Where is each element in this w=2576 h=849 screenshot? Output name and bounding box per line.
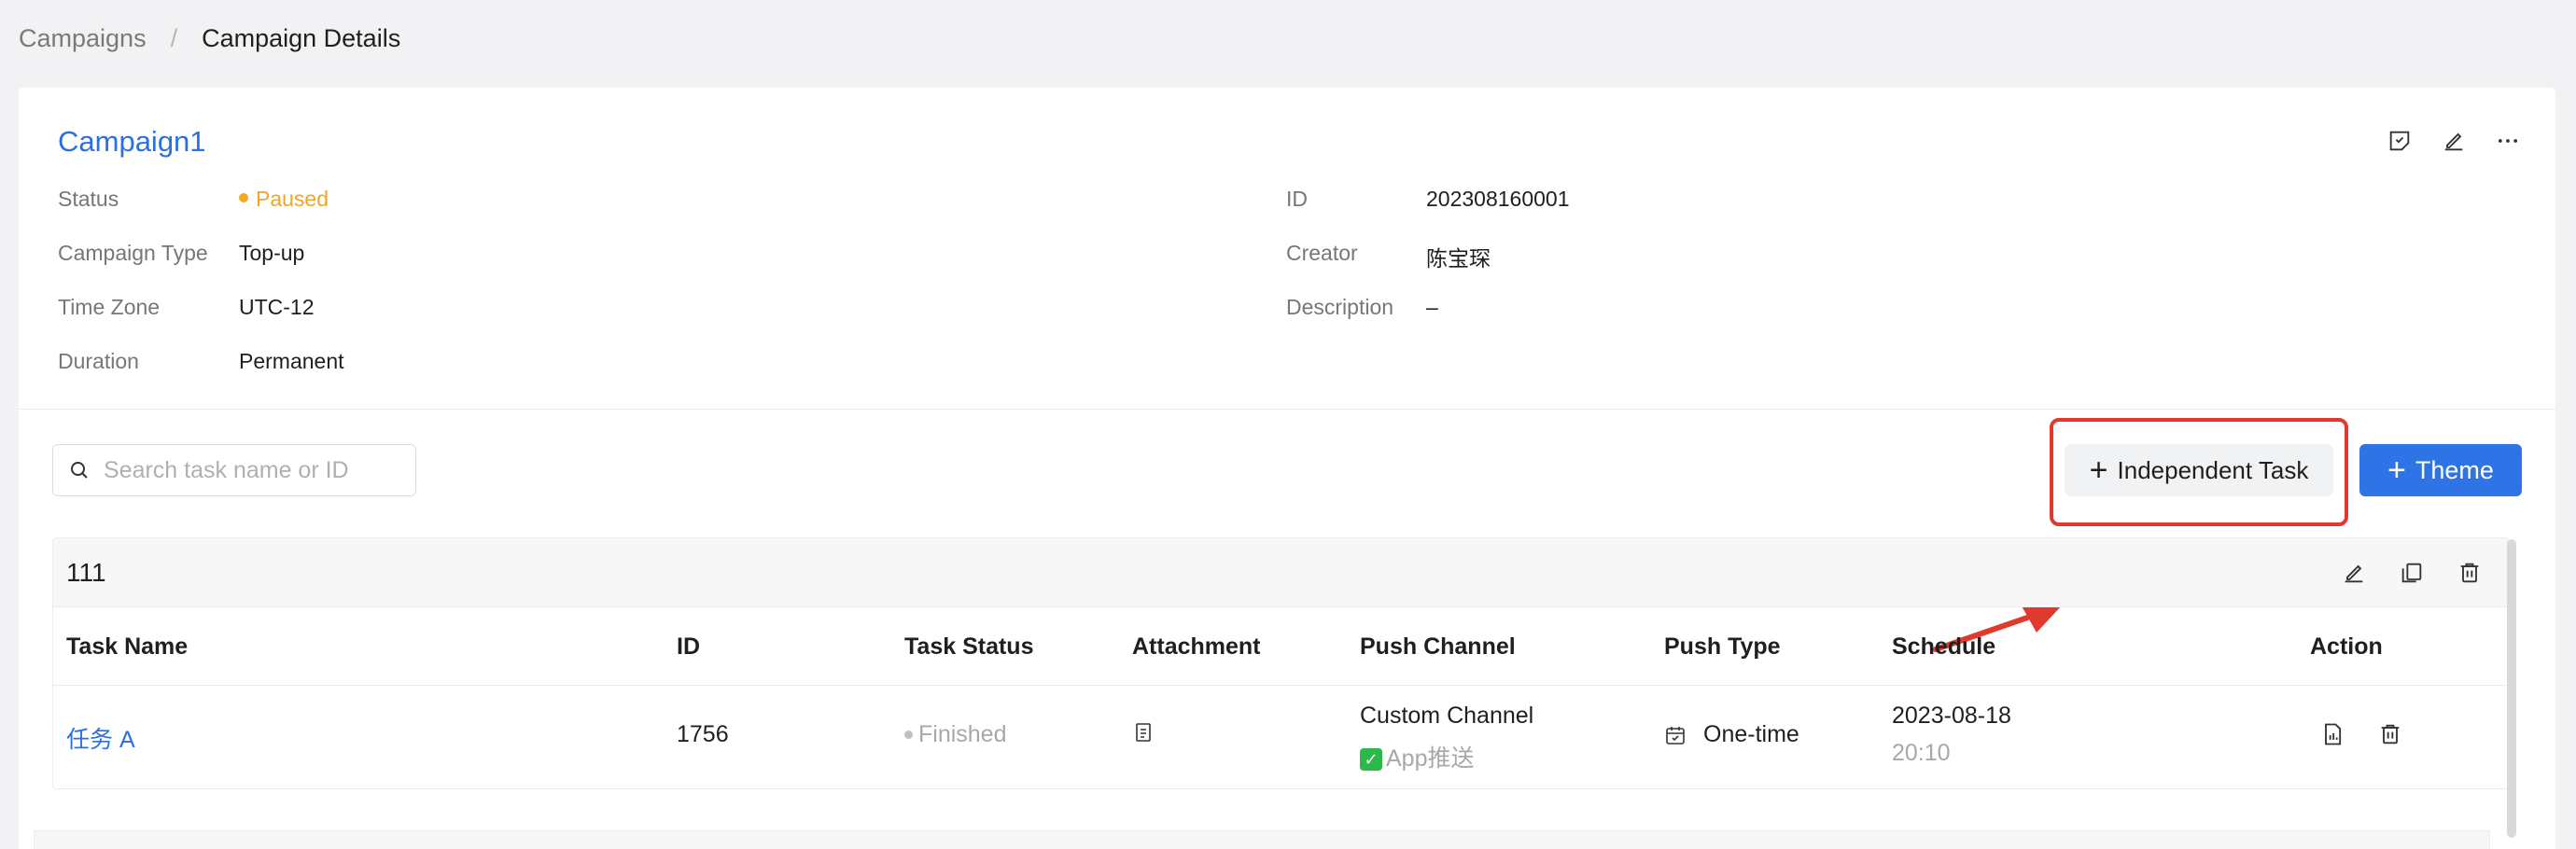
task-id: 1756 <box>677 721 729 747</box>
status-text: Paused <box>256 187 329 211</box>
theme-label: Theme <box>2415 455 2494 484</box>
id-label: ID <box>1286 187 1308 211</box>
attachment-icon[interactable] <box>1132 721 1155 750</box>
column-schedule: Schedule <box>1892 633 1996 660</box>
review-icon[interactable] <box>2386 127 2414 155</box>
table-row: 任务 A 1756 Finished Custom Channel ✓ App推送… <box>53 686 2508 788</box>
plus-icon: + <box>2089 452 2108 488</box>
column-task-name: Task Name <box>66 633 189 660</box>
description-label: Description <box>1286 295 1394 319</box>
plus-icon: + <box>2387 452 2406 488</box>
edit-icon[interactable] <box>2340 559 2368 587</box>
duration-value: Permanent <box>239 349 344 373</box>
breadcrumb-campaigns-link[interactable]: Campaigns <box>19 24 147 53</box>
scrollbar[interactable] <box>2507 539 2516 838</box>
add-independent-task-button[interactable]: + Independent Task <box>2065 444 2333 496</box>
group-header: 111 <box>53 538 2508 607</box>
copy-icon[interactable] <box>2398 559 2426 587</box>
section-divider <box>19 409 2555 410</box>
schedule-date: 2023-08-18 <box>1892 703 2011 729</box>
schedule-time: 20:10 <box>1892 740 1951 766</box>
edit-icon[interactable] <box>2440 127 2468 155</box>
next-task-group <box>34 830 2490 849</box>
more-icon[interactable] <box>2494 127 2522 155</box>
column-attachment: Attachment <box>1132 633 1261 660</box>
push-channel: Custom Channel <box>1360 703 1534 729</box>
time-zone-label: Time Zone <box>58 295 161 319</box>
column-id: ID <box>677 633 700 660</box>
breadcrumb: Campaigns / Campaign Details <box>19 24 400 53</box>
group-actions <box>2340 559 2484 587</box>
column-task-status: Task Status <box>904 633 1034 660</box>
push-channel-sub-text: App推送 <box>1386 745 1475 772</box>
id-value: 202308160001 <box>1426 187 1570 211</box>
creator-label: Creator <box>1286 241 1358 265</box>
campaign-details-card: Campaign1 Status Paused Campaign Type To… <box>19 88 2555 849</box>
creator-value: 陈宝琛 <box>1426 246 1491 271</box>
header-actions <box>2386 127 2522 155</box>
column-push-type: Push Type <box>1664 633 1781 660</box>
independent-task-label: Independent Task <box>2117 455 2309 484</box>
campaign-type-label: Campaign Type <box>58 241 208 265</box>
status-dot <box>904 731 913 739</box>
breadcrumb-separator: / <box>170 24 178 52</box>
breadcrumb-current: Campaign Details <box>202 24 401 52</box>
delete-icon[interactable] <box>2456 559 2484 587</box>
calendar-icon <box>1666 726 1685 745</box>
column-action: Action <box>2310 633 2383 660</box>
time-zone-value: UTC-12 <box>239 295 315 319</box>
task-name-link[interactable]: 任务 A <box>66 721 135 755</box>
description-value: – <box>1426 295 1438 319</box>
status-dot <box>239 192 248 202</box>
add-theme-button[interactable]: + Theme <box>2359 444 2522 496</box>
push-type-text: One-time <box>1703 721 1799 747</box>
search-icon <box>71 462 88 479</box>
report-icon[interactable] <box>2319 721 2345 754</box>
status-label: Status <box>58 187 119 211</box>
task-status: Finished <box>904 721 1007 748</box>
task-status-text: Finished <box>918 721 1007 747</box>
search-input[interactable] <box>104 456 402 484</box>
campaign-type-value: Top-up <box>239 241 305 265</box>
column-push-channel: Push Channel <box>1360 633 1516 660</box>
duration-label: Duration <box>58 349 139 373</box>
check-icon: ✓ <box>1360 748 1382 772</box>
task-group: 111 Task Name ID Task Status Attachment … <box>52 537 2509 789</box>
delete-icon[interactable] <box>2377 721 2403 754</box>
group-title: 111 <box>66 557 106 587</box>
push-type: One-time <box>1664 721 1799 748</box>
push-channel-sub: ✓ App推送 <box>1360 740 1474 773</box>
search-box[interactable] <box>52 444 416 496</box>
status-value: Paused <box>239 187 329 212</box>
campaign-title: Campaign1 <box>58 125 206 158</box>
table-header: Task Name ID Task Status Attachment Push… <box>53 607 2508 686</box>
